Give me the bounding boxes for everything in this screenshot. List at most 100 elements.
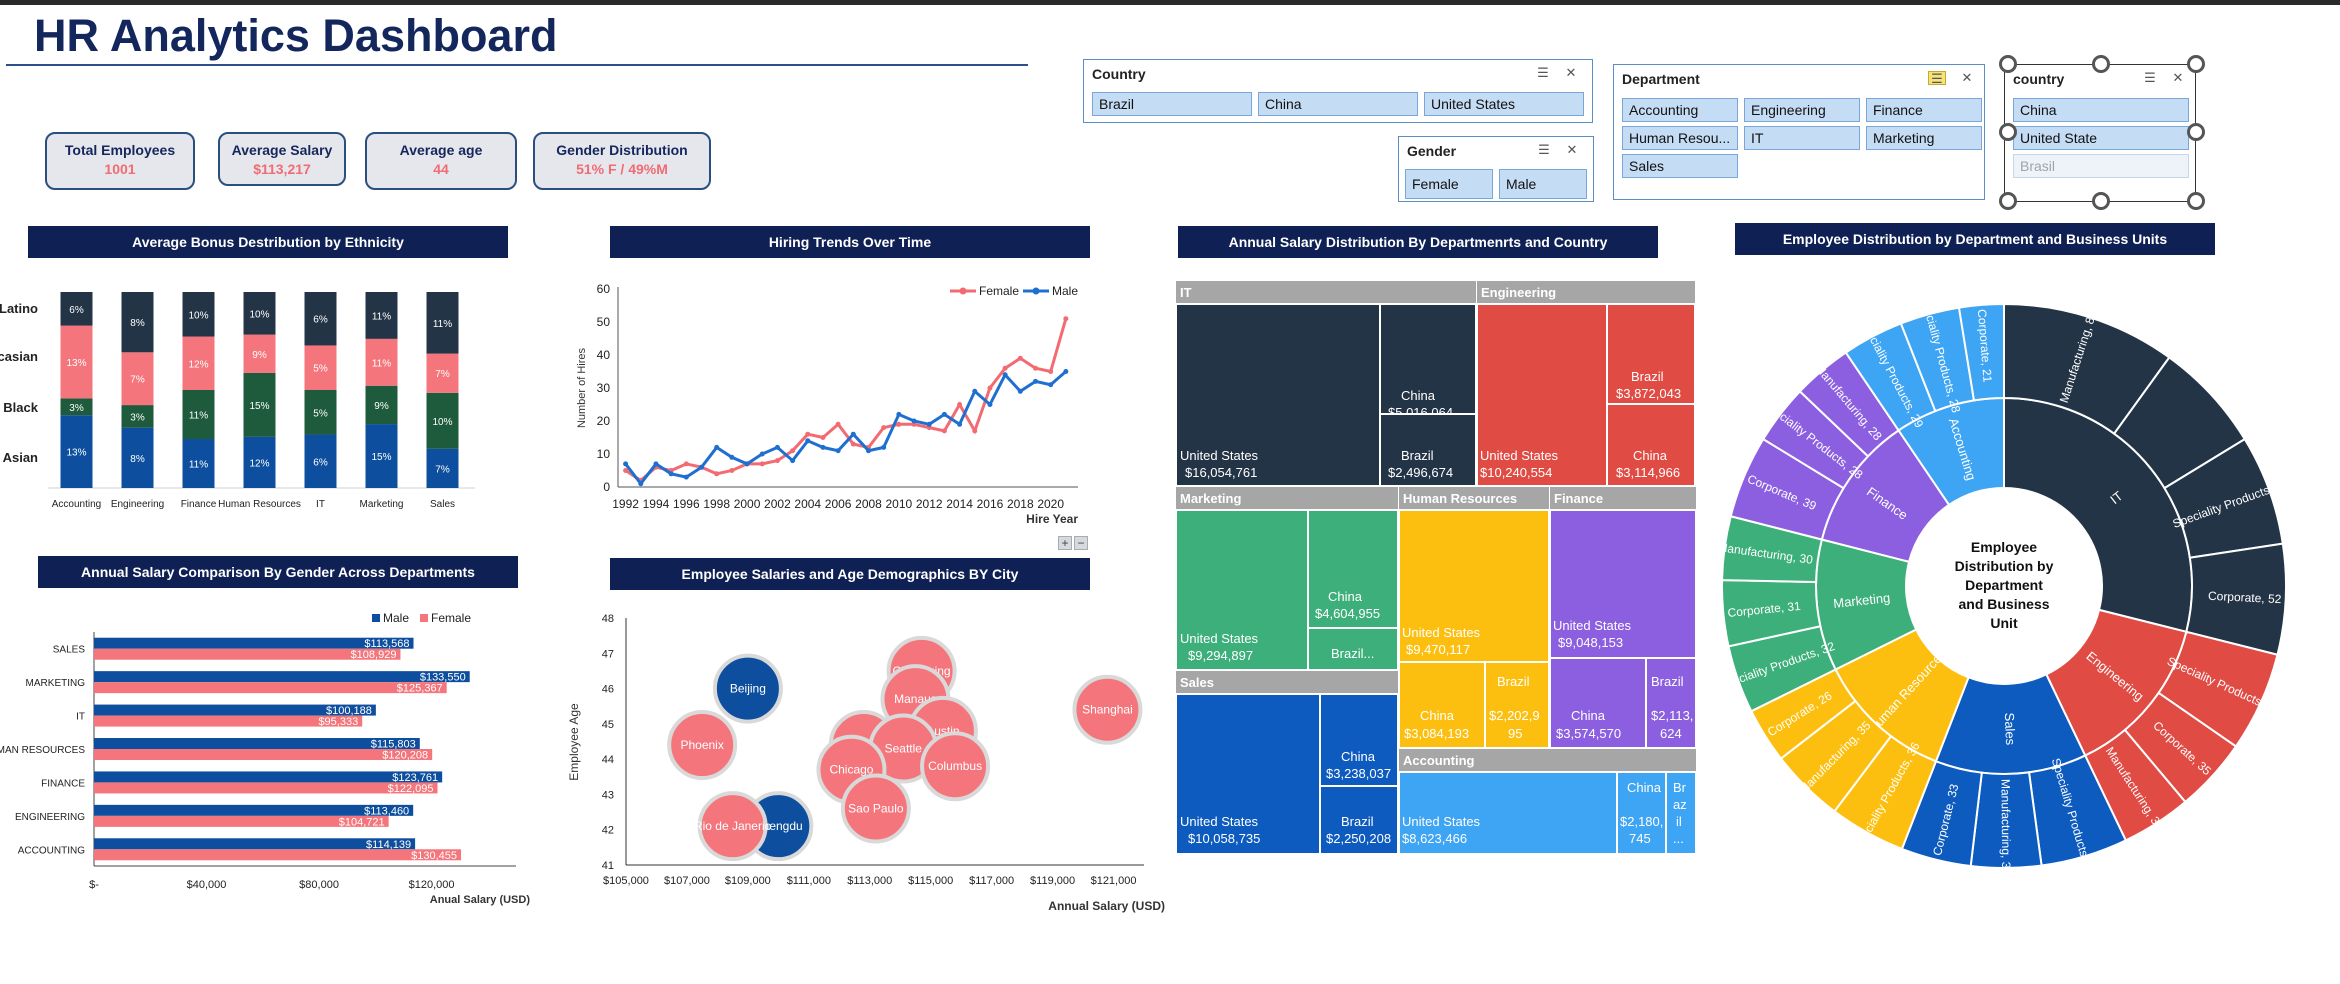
tick-label: 2012 bbox=[916, 497, 943, 511]
bubble-label: Seattle bbox=[885, 742, 923, 756]
data-label: 12% bbox=[249, 458, 269, 469]
tick-label: 48 bbox=[602, 613, 614, 625]
cell-label: $10,058,735 bbox=[1188, 831, 1260, 846]
legend-label: Male bbox=[1052, 284, 1078, 298]
data-label: $122,095 bbox=[388, 783, 434, 795]
x-axis-label: Hire Year bbox=[1026, 512, 1078, 526]
bubble-label: Phoenix bbox=[680, 738, 723, 752]
data-label: $114,139 bbox=[366, 839, 411, 851]
cell-label: $9,048,153 bbox=[1558, 635, 1623, 650]
tick-label: 2016 bbox=[977, 497, 1004, 511]
series-line bbox=[624, 318, 1068, 483]
tick-label: $40,000 bbox=[187, 879, 227, 891]
center-label: Unit bbox=[1990, 615, 2018, 631]
data-label: 13% bbox=[66, 358, 86, 369]
row-label: Latino bbox=[0, 301, 38, 316]
tick-label: $113,000 bbox=[847, 875, 892, 887]
data-point bbox=[790, 448, 796, 454]
data-label: 11% bbox=[372, 358, 391, 369]
tick-label: 2000 bbox=[734, 497, 761, 511]
data-point bbox=[714, 471, 720, 477]
data-label: 10% bbox=[188, 310, 208, 321]
tick-label: 2008 bbox=[855, 497, 882, 511]
data-label: 9% bbox=[374, 401, 389, 412]
tick-label: 47 bbox=[602, 648, 614, 660]
data-label: 11% bbox=[372, 311, 391, 322]
data-label: 13% bbox=[66, 448, 86, 459]
group-label: Sales bbox=[1180, 675, 1214, 690]
tick-label: 43 bbox=[602, 789, 614, 801]
data-label: $125,367 bbox=[397, 683, 443, 695]
cell-label: $3,114,966 bbox=[1616, 465, 1680, 480]
tick-label: $117,000 bbox=[969, 875, 1014, 887]
department-label: Sales bbox=[2002, 712, 2018, 746]
tick-label: 2006 bbox=[825, 497, 852, 511]
data-point bbox=[744, 461, 750, 467]
cell-label: China bbox=[1633, 448, 1668, 463]
cell-label: $16,054,761 bbox=[1185, 465, 1257, 480]
data-label: 10% bbox=[249, 309, 269, 320]
category-label: MARKETING bbox=[26, 678, 86, 689]
cell-label: Brazil bbox=[1651, 674, 1684, 689]
data-point bbox=[759, 451, 765, 457]
data-point bbox=[638, 481, 644, 487]
data-point bbox=[1002, 372, 1008, 378]
data-point bbox=[957, 402, 963, 407]
cell-label: China bbox=[1627, 780, 1662, 795]
tick-label: IT bbox=[316, 499, 325, 510]
tick-label: Human Resources bbox=[218, 499, 301, 510]
treemap-cell bbox=[1175, 693, 1321, 855]
data-point bbox=[911, 418, 917, 424]
data-point bbox=[1063, 316, 1069, 322]
data-label: 15% bbox=[249, 401, 269, 412]
category-label: ACCOUNTING bbox=[18, 845, 85, 856]
cell-label: 95 bbox=[1508, 726, 1522, 741]
tick-label: Engineering bbox=[111, 499, 164, 510]
data-point bbox=[653, 461, 659, 467]
data-label: 15% bbox=[371, 452, 391, 463]
cell-label: Br bbox=[1673, 780, 1687, 795]
data-point bbox=[987, 402, 993, 407]
y-axis-label: Employee Age bbox=[567, 703, 581, 781]
data-point bbox=[683, 474, 689, 480]
tick-label: Sales bbox=[430, 499, 455, 510]
cell-label: China bbox=[1401, 388, 1436, 403]
bubble-label: Rio de Janerio bbox=[694, 819, 772, 833]
cell-label: $3,084,193 bbox=[1404, 726, 1469, 741]
tick-label: 20 bbox=[597, 414, 611, 428]
cell-label: China bbox=[1571, 708, 1606, 723]
tick-label: 42 bbox=[602, 825, 614, 837]
data-point bbox=[623, 468, 629, 473]
data-label: $108,929 bbox=[351, 649, 397, 661]
tick-label: $109,000 bbox=[725, 875, 771, 887]
tick-label: $105,000 bbox=[603, 875, 649, 887]
category-label: ENGINEERING bbox=[15, 812, 85, 823]
cell-label: Brazil bbox=[1341, 814, 1374, 829]
data-point bbox=[1017, 388, 1023, 394]
data-point bbox=[820, 444, 826, 450]
cell-label: China bbox=[1420, 708, 1455, 723]
data-point bbox=[683, 461, 689, 467]
data-label: 3% bbox=[130, 412, 145, 423]
data-label: $120,208 bbox=[382, 750, 428, 762]
category-label: HUMAN RESOURCES bbox=[0, 745, 85, 756]
bar bbox=[94, 849, 462, 861]
data-point bbox=[881, 425, 887, 431]
tick-label: $121,000 bbox=[1091, 875, 1137, 887]
cell-label: ... bbox=[1673, 831, 1684, 846]
data-point bbox=[896, 421, 902, 427]
cell-label: $3,872,043 bbox=[1616, 386, 1681, 401]
x-axis-label: Anual Salary (USD) bbox=[430, 894, 531, 906]
data-point bbox=[729, 454, 735, 460]
cell-label: China bbox=[1341, 749, 1376, 764]
data-point bbox=[820, 435, 826, 440]
group-label: Accounting bbox=[1403, 753, 1475, 768]
data-point bbox=[1032, 378, 1038, 384]
tick-label: 40 bbox=[597, 348, 611, 362]
category-label: IT bbox=[76, 712, 85, 723]
data-label: 7% bbox=[130, 375, 145, 386]
tick-label: 45 bbox=[602, 719, 614, 731]
category-label: FINANCE bbox=[41, 778, 85, 789]
cell-label: az bbox=[1673, 797, 1687, 812]
data-label: $130,455 bbox=[411, 850, 457, 862]
